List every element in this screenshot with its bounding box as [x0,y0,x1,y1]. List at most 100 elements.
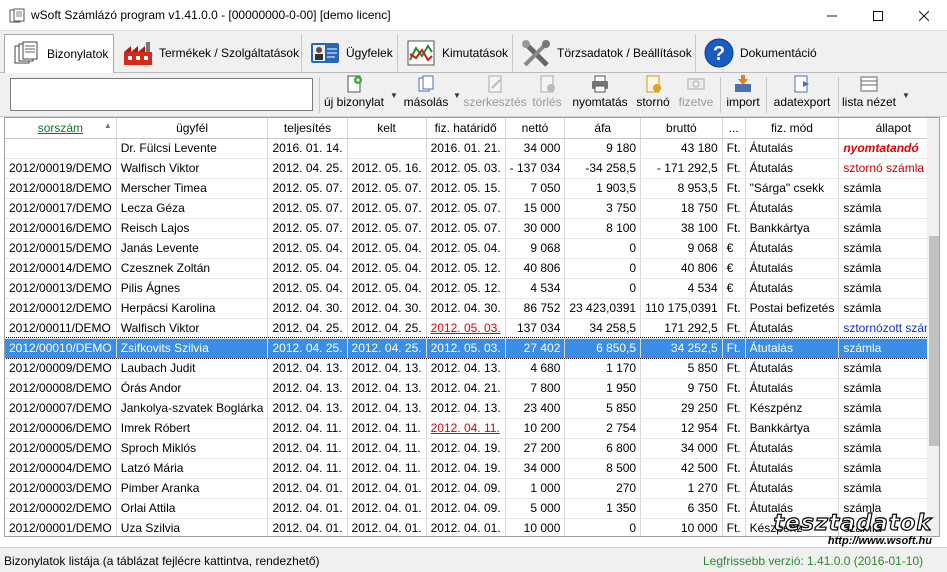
maximize-button[interactable] [855,0,901,31]
close-button[interactable] [901,0,947,31]
cell-kelt: 2012. 04. 25. [347,338,427,359]
cell-brutto: 9 750 [640,378,723,399]
cell-netto: - 137 034 [505,158,566,179]
table-row[interactable]: 2012/00017/DEMO Lecza Géza 2012. 05. 07. 20… [5,198,939,219]
table-row[interactable]: 2012/00015/DEMO Janás Levente 2012. 05. 04… [5,238,939,259]
column-header-hatarido[interactable]: fiz. határidő [426,118,506,139]
cell-fizmod: Átutalás [745,478,840,499]
version-text: Legfrissebb verzió: 1.41.0.0 (2016-01-10… [703,554,924,568]
tab-torzsadatok[interactable]: Törzsadatok / Beállítások [514,34,696,72]
cell-ugyfel: Jankolya-szvatek Boglárka [116,398,269,419]
column-header-penznem[interactable]: ... [722,118,746,139]
column-header-allapot[interactable]: állapot [838,118,939,139]
cell-teljesites: 2016. 01. 14. [267,138,348,159]
table-row[interactable]: Dr. Fülcsi Levente 2016. 01. 14. 2016. 01.… [5,138,939,159]
cell-penznem: Ft. [722,178,746,199]
column-header-brutto[interactable]: bruttó [640,118,723,139]
cell-fizmod: Átutalás [745,318,840,339]
new-document-label: új bizonylat [323,95,385,109]
cell-fizmod: "Sárga" csekk [745,178,840,199]
cell-penznem: Ft. [722,138,746,159]
scrollbar-thumb[interactable] [929,236,939,446]
list-view-dropdown-arrow[interactable]: ▼ [902,91,910,100]
column-header-kelt[interactable]: kelt [347,118,427,139]
table-row[interactable]: 2012/00006/DEMO Imrek Róbert 2012. 04. 11.… [5,418,939,439]
import-button[interactable]: import [723,75,763,115]
cell-afa: 0 [564,278,642,299]
cell-fizmod: Postai befizetés [745,298,840,319]
import-icon [735,75,751,92]
cell-fizmod: Átutalás [745,338,840,359]
tab-ugyfelek[interactable]: Ügyfelek [303,34,398,72]
table-row[interactable]: 2012/00008/DEMO Órás Andor 2012. 04. 13. 20… [5,378,939,399]
table-row[interactable]: 2012/00012/DEMO Herpácsi Karolina 2012. 04… [5,298,939,319]
column-header-teljesites[interactable]: teljesítés [267,118,348,139]
table-row[interactable]: 2012/00004/DEMO Latzó Mária 2012. 04. 11. 2… [5,458,939,479]
cell-hatarido: 2012. 05. 03. [426,338,506,359]
table-row[interactable]: 2012/00018/DEMO Merscher Timea 2012. 05. 0… [5,178,939,199]
tab-termekek[interactable]: Termékek / Szolgáltatások [116,34,302,72]
cell-netto: 7 050 [505,178,566,199]
cell-netto: 15 000 [505,198,566,219]
copy-dropdown-arrow[interactable]: ▼ [453,91,461,100]
cell-netto: 4 680 [505,358,566,379]
delete-button[interactable]: törlés [528,75,566,115]
cell-hatarido: 2012. 04. 09. [426,498,506,519]
tab-label: Bizonylatok [47,47,109,61]
new-dropdown-arrow[interactable]: ▼ [390,91,398,100]
table-row[interactable]: 2012/00007/DEMO Jankolya-szvatek Boglárka… [5,398,939,419]
tab-label: Termékek / Szolgáltatások [159,46,300,60]
cell-fizmod: Átutalás [745,378,840,399]
minimize-button[interactable] [809,0,855,31]
cell-teljesites: 2012. 05. 07. [267,218,348,239]
table-row[interactable]: 2012/00011/DEMO Walfisch Viktor 2012. 04. … [5,318,939,339]
tab-bizonylatok[interactable]: Bizonylatok [4,34,114,74]
table-row[interactable]: 2012/00009/DEMO Laubach Judit 2012. 04. 13… [5,358,939,379]
column-header-fizmod[interactable]: fiz. mód [745,118,840,139]
vertical-scrollbar[interactable] [927,118,939,536]
cell-ugyfel: Uza Szilvia [116,518,269,536]
table-row[interactable]: 2012/00016/DEMO Reisch Lajos 2012. 05. 07.… [5,218,939,239]
cell-allapot: számla [838,418,939,439]
cell-teljesites: 2012. 05. 07. [267,178,348,199]
table-row[interactable]: 2012/00005/DEMO Sproch Miklós 2012. 04. 11… [5,438,939,459]
table-row[interactable]: 2012/00014/DEMO Czesznek Zoltán 2012. 05. … [5,258,939,279]
cell-netto: 5 000 [505,498,566,519]
cell-allapot: számla [838,438,939,459]
cell-ugyfel: Walfisch Viktor [116,318,269,339]
search-input[interactable] [10,78,313,111]
export-button[interactable]: adatexport [769,75,835,115]
table-row[interactable]: 2012/00019/DEMO Walfisch Viktor 2012. 04. … [5,158,939,179]
cell-allapot: számla [838,198,939,219]
copy-button[interactable]: másolás [402,75,450,115]
toolbar-separator [720,77,721,113]
column-header-netto[interactable]: nettó [505,118,566,139]
cell-ugyfel: Lecza Géza [116,198,269,219]
table-row[interactable]: 2012/00003/DEMO Pimber Aranka 2012. 04. 01… [5,478,939,499]
cell-sorszam: 2012/00016/DEMO [5,218,117,239]
cell-sorszam: 2012/00011/DEMO [5,318,117,339]
storno-button[interactable]: stornó [633,75,673,115]
cell-penznem: Ft. [722,158,746,179]
export-label: adatexport [773,95,831,109]
tab-kimutatasok[interactable]: Kimutatások [399,34,513,72]
column-header-sorszam[interactable]: sorszám ▲ [5,118,117,139]
table-row[interactable]: 2012/00010/DEMO Zsifkovits Szilvia 2012. 0… [5,337,939,359]
cell-sorszam: 2012/00004/DEMO [5,458,117,479]
cell-ugyfel: Orlai Attila [116,498,269,519]
cell-hatarido: 2012. 05. 04. [426,238,506,259]
cell-netto: 40 806 [505,258,566,279]
app-icon [9,8,25,23]
cell-sorszam [5,138,117,159]
edit-button[interactable]: szerkesztés [463,75,527,115]
column-header-ugyfel[interactable]: ügyfél [116,118,269,139]
print-button[interactable]: nyomtatás [569,75,631,115]
new-document-button[interactable]: új bizonylat [322,75,386,115]
paid-button[interactable]: fizetve [675,75,717,115]
tools-icon [521,38,551,68]
column-header-afa[interactable]: áfa [564,118,642,139]
table-row[interactable]: 2012/00013/DEMO Pilis Ágnes 2012. 05. 04. 2… [5,278,939,299]
tab-dokumentacio[interactable]: ? Dokumentáció [697,34,821,72]
list-view-button[interactable]: lista nézet [840,75,898,115]
cell-afa: 0 [564,258,642,279]
